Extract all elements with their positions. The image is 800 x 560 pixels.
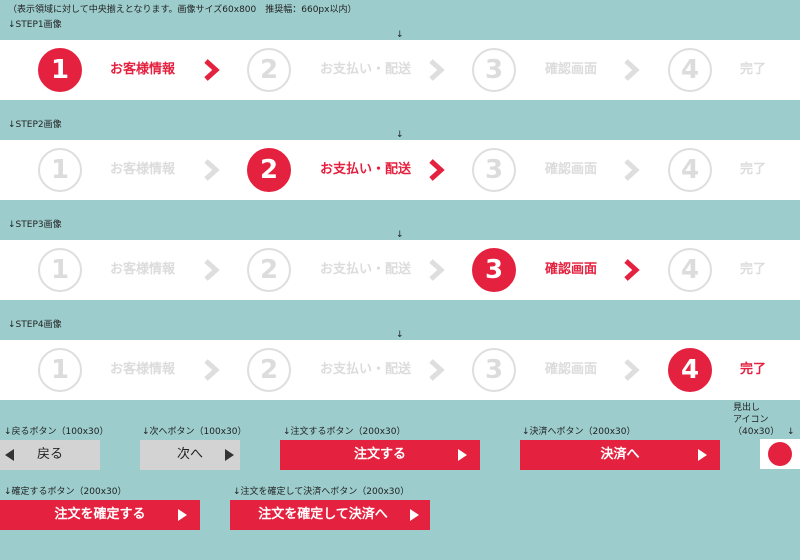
step-label-4: 完了 — [740, 362, 767, 377]
chevron-right-icon — [204, 159, 220, 181]
confirm-pay-button[interactable]: 注文を確定して決済へ — [230, 500, 430, 530]
confirm-button-label: 注文を確定する — [54, 507, 146, 522]
step-label-3: 確認画面 — [545, 62, 598, 77]
chevron-right-icon — [429, 59, 445, 81]
step-bar-3: 1 お客様情報 2 お支払い・配送 3 確認画面 4 完了 — [0, 240, 800, 300]
step-number-4: 4 — [668, 248, 712, 292]
confirm-button[interactable]: 注文を確定する — [0, 500, 200, 530]
step-label-4: 完了 — [740, 62, 767, 77]
chevron-right-icon — [204, 259, 220, 281]
red-dot-icon — [768, 442, 792, 466]
step-number-4: 4 — [668, 148, 712, 192]
back-button-label: 戻る — [36, 447, 63, 462]
chevron-right-icon — [624, 359, 640, 381]
step-label-2: お支払い・配送 — [320, 162, 412, 177]
payment-button-caption: ↓決済へボタン（200x30） — [522, 427, 636, 437]
next-button-caption: ↓次へボタン（100x30） — [142, 427, 247, 437]
payment-button-label: 決済へ — [600, 447, 640, 462]
step3-caption: ↓STEP3画像 — [8, 220, 62, 230]
step-number-4: 4 — [668, 348, 712, 392]
step-number-2: 2 — [247, 48, 291, 92]
center-arrow-1: ↓ — [396, 30, 404, 40]
next-button[interactable]: 次へ — [140, 440, 240, 470]
confirm-pay-button-caption: ↓注文を確定して決済へボタン（200x30） — [233, 487, 410, 497]
arrow-right-icon — [225, 449, 234, 461]
center-arrow-2: ↓ — [396, 130, 404, 140]
step-label-1: お客様情報 — [110, 262, 176, 277]
step-bar-2: 1 お客様情報 2 お支払い・配送 3 確認画面 4 完了 — [0, 140, 800, 200]
step-label-4: 完了 — [740, 162, 767, 177]
step-number-1: 1 — [38, 148, 82, 192]
heading-icon-caption-arrow: ↓ — [787, 427, 795, 437]
chevron-right-icon — [624, 159, 640, 181]
chevron-right-icon — [429, 259, 445, 281]
step-number-3: 3 — [472, 248, 516, 292]
step-number-3: 3 — [472, 48, 516, 92]
step4-caption: ↓STEP4画像 — [8, 320, 62, 330]
step-number-3: 3 — [472, 348, 516, 392]
step-number-1: 1 — [38, 348, 82, 392]
arrow-right-icon — [698, 449, 707, 461]
heading-icon-box — [760, 439, 800, 469]
step-label-3: 確認画面 — [545, 262, 598, 277]
order-button-caption: ↓注文するボタン（200x30） — [283, 427, 406, 437]
chevron-right-icon — [624, 59, 640, 81]
header-note: （表示領域に対して中央揃えとなります。画像サイズ60x800 推奨幅：660px… — [8, 5, 357, 15]
arrow-right-icon — [178, 509, 187, 521]
arrow-right-icon — [458, 449, 467, 461]
back-button-caption: ↓戻るボタン（100x30） — [4, 427, 109, 437]
step-label-2: お支払い・配送 — [320, 362, 412, 377]
step-label-3: 確認画面 — [545, 162, 598, 177]
heading-icon-caption-1: 見出し — [733, 403, 761, 413]
step-label-2: お支払い・配送 — [320, 262, 412, 277]
step-label-1: お客様情報 — [110, 362, 176, 377]
chevron-right-icon — [429, 159, 445, 181]
step-label-2: お支払い・配送 — [320, 62, 412, 77]
step-number-2: 2 — [247, 248, 291, 292]
step1-caption: ↓STEP1画像 — [8, 20, 62, 30]
step-number-2: 2 — [247, 148, 291, 192]
step-bar-1: 1 お客様情報 2 お支払い・配送 3 確認画面 4 完了 — [0, 40, 800, 100]
step-label-1: お客様情報 — [110, 62, 176, 77]
chevron-right-icon — [204, 359, 220, 381]
confirm-pay-button-label: 注文を確定して決済へ — [258, 507, 388, 522]
order-button-label: 注文する — [353, 447, 406, 462]
chevron-right-icon — [624, 259, 640, 281]
step-number-3: 3 — [472, 148, 516, 192]
order-button[interactable]: 注文する — [280, 440, 480, 470]
chevron-right-icon — [429, 359, 445, 381]
step2-caption: ↓STEP2画像 — [8, 120, 62, 130]
chevron-right-icon — [204, 59, 220, 81]
step-number-1: 1 — [38, 248, 82, 292]
heading-icon-caption-3: （40x30） — [733, 427, 780, 437]
step-label-3: 確認画面 — [545, 362, 598, 377]
center-arrow-3: ↓ — [396, 230, 404, 240]
payment-button[interactable]: 決済へ — [520, 440, 720, 470]
step-number-4: 4 — [668, 48, 712, 92]
step-label-4: 完了 — [740, 262, 767, 277]
step-label-1: お客様情報 — [110, 162, 176, 177]
arrow-right-icon — [410, 509, 419, 521]
confirm-button-caption: ↓確定するボタン（200x30） — [4, 487, 127, 497]
heading-icon-caption-2: アイコン — [733, 415, 769, 425]
step-number-2: 2 — [247, 348, 291, 392]
step-number-1: 1 — [38, 48, 82, 92]
center-arrow-4: ↓ — [396, 330, 404, 340]
arrow-left-icon — [5, 449, 14, 461]
step-bar-4: 1 お客様情報 2 お支払い・配送 3 確認画面 4 完了 — [0, 340, 800, 400]
back-button[interactable]: 戻る — [0, 440, 100, 470]
next-button-label: 次へ — [176, 447, 203, 462]
